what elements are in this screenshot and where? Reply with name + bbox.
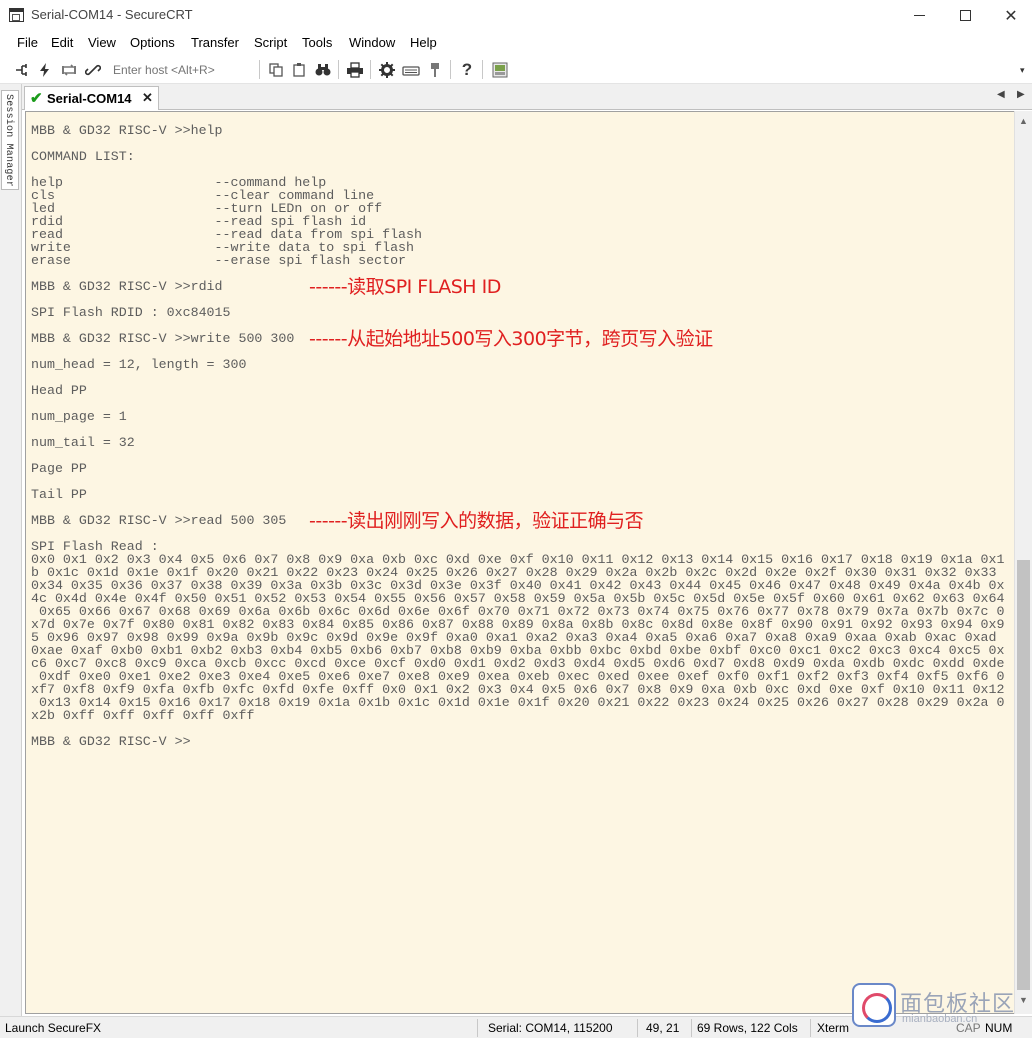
terminal-line: MBB & GD32 RISC-V >>write 500 300 bbox=[31, 331, 295, 346]
watermark: 面包板社区 mianbaoban.cn bbox=[852, 983, 1032, 1031]
paste-icon[interactable] bbox=[289, 60, 309, 79]
statusbar-separator bbox=[477, 1019, 478, 1037]
terminal-line: MBB & GD32 RISC-V >>help bbox=[31, 123, 223, 138]
statusbar-separator bbox=[637, 1019, 638, 1037]
toolbar: ? ▾ bbox=[0, 55, 1032, 84]
statusbar-separator bbox=[691, 1019, 692, 1037]
menu-bar: File Edit View Options Transfer Script T… bbox=[0, 31, 1032, 55]
toolbar-overflow-icon[interactable]: ▾ bbox=[1020, 65, 1025, 76]
terminal-line: COMMAND LIST: bbox=[31, 149, 135, 164]
session-options-icon[interactable] bbox=[377, 60, 397, 79]
terminal-line: Page PP bbox=[31, 461, 87, 476]
tab-serial-com14[interactable]: ✔ Serial-COM14 ✕ bbox=[24, 86, 159, 110]
session-manager-panel: Session Manager bbox=[0, 84, 22, 1016]
terminal-line: Tail PP bbox=[31, 487, 87, 502]
tab-scroll-left-icon[interactable]: ◀ bbox=[997, 89, 1005, 100]
terminal-line: num_page = 1 bbox=[31, 409, 127, 424]
menu-window[interactable]: Window bbox=[349, 35, 395, 50]
terminal-line: Head PP bbox=[31, 383, 87, 398]
watermark-logo-icon bbox=[852, 983, 896, 1027]
menu-view[interactable]: View bbox=[88, 35, 116, 50]
annotation-note: ------读取SPI FLASH ID bbox=[309, 276, 501, 298]
screen-icon[interactable] bbox=[490, 60, 510, 79]
vertical-scrollbar[interactable]: ▲ ▼ bbox=[1014, 111, 1032, 1014]
terminal-line: MBB & GD32 RISC-V >>read 500 305 bbox=[31, 513, 287, 528]
connection-status: Serial: COM14, 115200 bbox=[488, 1021, 613, 1035]
terminal-line: erase --erase spi flash sector bbox=[31, 253, 407, 268]
copy-icon[interactable] bbox=[266, 60, 286, 79]
print-icon[interactable] bbox=[345, 60, 365, 79]
terminal-line: SPI Flash RDID : 0xc84015 bbox=[31, 305, 231, 320]
minimize-icon bbox=[913, 15, 925, 16]
toolbar-separator bbox=[338, 60, 339, 79]
menu-tools[interactable]: Tools bbox=[302, 35, 332, 50]
close-button[interactable]: ✕ bbox=[988, 0, 1032, 31]
menu-options[interactable]: Options bbox=[130, 35, 175, 50]
toolbar-separator bbox=[259, 60, 260, 79]
help-icon[interactable]: ? bbox=[457, 60, 477, 79]
window-title: Serial-COM14 - SecureCRT bbox=[31, 7, 193, 22]
tab-scroll-right-icon[interactable]: ▶ bbox=[1017, 89, 1025, 100]
scrollbar-thumb[interactable] bbox=[1017, 560, 1030, 990]
connect-icon[interactable] bbox=[12, 60, 32, 79]
toolbar-separator bbox=[482, 60, 483, 79]
terminal-line: MBB & GD32 RISC-V >>rdid bbox=[31, 279, 223, 294]
session-manager-tab[interactable]: Session Manager bbox=[1, 90, 19, 190]
close-icon: ✕ bbox=[1004, 7, 1018, 25]
tab-close-icon[interactable]: ✕ bbox=[142, 90, 153, 106]
tab-label: Serial-COM14 bbox=[47, 91, 132, 106]
find-icon[interactable] bbox=[313, 60, 333, 79]
terminal-line: x2b 0xff 0xff 0xff 0xff 0xff bbox=[31, 708, 255, 723]
toolbar-separator bbox=[370, 60, 371, 79]
disconnect-icon[interactable] bbox=[83, 60, 103, 79]
menu-script[interactable]: Script bbox=[254, 35, 287, 50]
sftp-icon[interactable] bbox=[425, 60, 445, 79]
minimize-button[interactable] bbox=[896, 0, 942, 31]
scroll-up-icon[interactable]: ▲ bbox=[1019, 116, 1028, 126]
keymap-icon[interactable] bbox=[401, 60, 421, 79]
toolbar-separator bbox=[450, 60, 451, 79]
title-bar: Serial-COM14 - SecureCRT ✕ bbox=[0, 0, 1032, 31]
menu-help[interactable]: Help bbox=[410, 35, 437, 50]
menu-edit[interactable]: Edit bbox=[51, 35, 73, 50]
launch-securefx-text[interactable]: Launch SecureFX bbox=[5, 1021, 101, 1035]
terminal-screen[interactable]: MBB & GD32 RISC-V >>help COMMAND LIST: hel… bbox=[25, 111, 1014, 1014]
watermark-subtitle: mianbaoban.cn bbox=[902, 1013, 978, 1025]
reconnect-icon[interactable] bbox=[59, 60, 79, 79]
terminal-line: MBB & GD32 RISC-V >> bbox=[31, 734, 191, 749]
terminal-size: 69 Rows, 122 Cols bbox=[697, 1021, 798, 1035]
securecrt-app-icon[interactable] bbox=[9, 8, 24, 22]
session-manager-label: Session Manager bbox=[3, 94, 14, 188]
maximize-button[interactable] bbox=[942, 0, 988, 31]
cursor-position: 49, 21 bbox=[646, 1021, 680, 1035]
annotation-note: ------读出刚刚写入的数据，验证正确与否 bbox=[309, 510, 644, 532]
statusbar-separator bbox=[810, 1019, 811, 1037]
menu-transfer[interactable]: Transfer bbox=[191, 35, 239, 50]
tab-strip: ✔ Serial-COM14 ✕ ◀ ▶ bbox=[22, 84, 1032, 110]
terminal-line: num_head = 12, length = 300 bbox=[31, 357, 247, 372]
connected-check-icon: ✔ bbox=[30, 90, 43, 107]
quick-connect-icon[interactable] bbox=[35, 60, 55, 79]
menu-file[interactable]: File bbox=[17, 35, 38, 50]
terminal-line: num_tail = 32 bbox=[31, 435, 135, 450]
enter-host-input[interactable] bbox=[110, 60, 256, 79]
maximize-icon bbox=[959, 10, 971, 21]
annotation-note: ------从起始地址500写入300字节，跨页写入验证 bbox=[309, 328, 713, 350]
emulation-mode: Xterm bbox=[817, 1021, 850, 1035]
